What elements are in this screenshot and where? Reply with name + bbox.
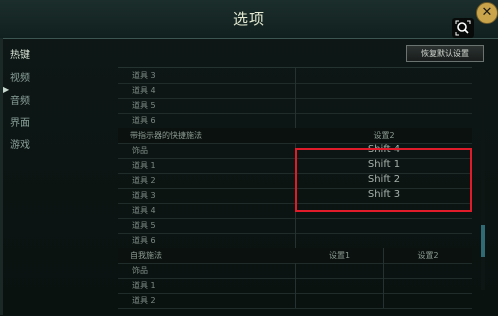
section-header: 带指示器的快捷施法 设置2 [118, 128, 472, 144]
row-label: 道具 4 [132, 206, 156, 215]
table-row[interactable]: 道具 5 [118, 98, 472, 114]
highlight-box [295, 148, 472, 212]
row-label: 道具 5 [132, 221, 156, 230]
section-title: 自我施法 [130, 251, 162, 260]
close-icon[interactable]: ✕ [476, 2, 498, 24]
row-label: 饰品 [132, 146, 148, 155]
options-window: 选项 ✕ ▶ 热键 视频 音频 界面 游戏 恢复默认设置 道具 3 道具 4 道… [0, 0, 498, 315]
section-header: 自我施法 设置1 设置2 [118, 248, 472, 264]
table-row[interactable]: 饰品 [118, 263, 472, 279]
sidebar-item-game[interactable]: 游戏 [10, 136, 30, 151]
divider [383, 263, 384, 278]
sidebar: ▶ 热键 视频 音频 界面 游戏 [0, 38, 112, 315]
table-row[interactable]: 道具 3 [118, 68, 472, 84]
divider [295, 113, 296, 128]
divider [295, 218, 296, 233]
section-title: 带指示器的快捷施法 [130, 131, 202, 140]
reset-defaults-button[interactable]: 恢复默认设置 [406, 45, 484, 62]
row-label: 道具 2 [132, 176, 156, 185]
divider [295, 68, 296, 83]
sidebar-item-video[interactable]: 视频 [10, 69, 30, 84]
sidebar-item-audio[interactable]: 音频 [10, 92, 30, 107]
table-row[interactable]: 道具 4 [118, 83, 472, 99]
divider [295, 233, 296, 248]
search-icon[interactable] [452, 18, 474, 38]
table-row[interactable]: 道具 6 [118, 233, 472, 249]
divider [295, 83, 296, 98]
row-label: 道具 5 [132, 101, 156, 110]
divider [295, 293, 296, 308]
column-header-setting1: 设置1 [328, 251, 351, 260]
row-label: 饰品 [132, 266, 148, 275]
row-label: 道具 3 [132, 71, 156, 80]
divider [295, 263, 296, 278]
column-header-setting2: 设置2 [417, 251, 439, 260]
row-label: 道具 3 [132, 191, 156, 200]
table-row[interactable]: 道具 5 [118, 218, 472, 234]
row-label: 道具 4 [132, 86, 156, 95]
scrollbar[interactable] [481, 70, 485, 290]
sidebar-item-hotkeys[interactable]: 热键 [10, 46, 30, 61]
table-row[interactable]: 道具 2 [118, 293, 472, 309]
row-label: 道具 1 [132, 161, 156, 170]
row-label: 道具 6 [132, 116, 156, 125]
title-bar: 选项 ✕ [0, 0, 498, 39]
divider [383, 278, 384, 293]
divider [383, 293, 384, 308]
row-label: 道具 1 [132, 281, 156, 290]
table-row[interactable]: 道具 1 [118, 278, 472, 294]
table-row[interactable]: 道具 6 [118, 113, 472, 129]
sidebar-item-interface[interactable]: 界面 [10, 114, 30, 129]
active-arrow-icon: ▶ [3, 85, 10, 94]
window-title: 选项 [232, 10, 265, 28]
column-header-setting2: 设置2 [373, 131, 395, 140]
row-label: 道具 2 [132, 296, 156, 305]
divider [295, 98, 296, 113]
divider [295, 278, 296, 293]
row-label: 道具 6 [132, 236, 156, 245]
scroll-thumb[interactable] [481, 225, 485, 257]
